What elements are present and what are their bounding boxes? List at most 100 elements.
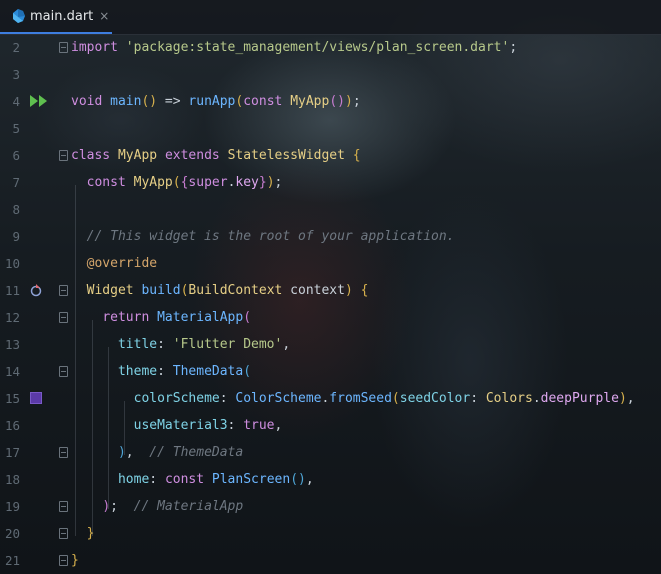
code-text: title: 'Flutter Demo', [71,331,290,358]
code-token: : [219,391,236,406]
code-line[interactable]: 14 theme: ThemeData( [0,358,661,385]
code-token: true [243,418,275,433]
close-icon[interactable]: × [99,9,109,23]
code-text: const MyApp({super.key}); [71,169,283,196]
fold-icon[interactable] [59,447,68,458]
code-token: BuildContext [188,283,283,298]
code-line[interactable]: 10 @override [0,250,661,277]
code-line[interactable]: 20 } [0,520,661,547]
code-line[interactable]: 12 return MaterialApp( [0,304,661,331]
code-token: } [86,526,95,541]
code-token: => [157,94,189,109]
fold-icon[interactable] [59,312,68,323]
line-number: 10 [4,256,20,271]
fold-icon[interactable] [59,150,68,161]
line-number: 15 [4,391,20,406]
code-token: ( [391,391,400,406]
fold-icon[interactable] [59,501,68,512]
code-token: MaterialApp [157,310,244,325]
code-token: ) [344,94,353,109]
code-token: deepPurple [540,391,619,406]
code-line[interactable]: 16 useMaterial3: true, [0,412,661,439]
code-token: home [117,472,150,487]
code-token: ) [618,391,627,406]
code-token: StatelessWidget [227,148,345,163]
code-line[interactable]: 6 class MyApp extends StatelessWidget { [0,142,661,169]
code-token: super [188,175,228,190]
code-token: key [235,175,259,190]
code-text: theme: ThemeData( [71,358,251,385]
code-token: () [329,94,345,109]
code-line[interactable]: 18 home: const PlanScreen(), [0,466,661,493]
line-number: 14 [4,364,20,379]
code-text: colorScheme: ColorScheme. fromSeed(seedCo… [71,385,635,412]
code-line[interactable]: 3 [0,61,661,88]
line-number: 5 [12,121,20,136]
code-line[interactable]: 19 ); // MaterialApp [0,493,661,520]
code-text: useMaterial3: true, [71,412,283,439]
indent-guide [92,320,93,536]
code-token: , [274,418,283,433]
fold-icon[interactable] [59,555,68,566]
fold-icon[interactable] [59,366,68,377]
code-token: ( [243,364,252,379]
line-number: 2 [12,40,20,55]
code-token: ) [344,283,353,298]
code-token: ; [274,175,283,190]
code-text: Widget build(BuildContext context) { [71,277,369,304]
code-token: { [352,148,361,163]
ide-window: main.dart × 2 import 'package:state_manag… [0,0,661,574]
indent-guide [75,185,76,536]
editor-tab-bar: main.dart × [0,0,661,35]
code-token: fromSeed [329,391,392,406]
code-token: class [71,148,111,163]
code-text: // This widget is the root of your appli… [71,223,455,250]
code-text: class MyApp extends StatelessWidget { [71,142,361,169]
code-token: : [157,364,173,379]
code-line[interactable]: 8 [0,196,661,223]
code-editor[interactable]: 2 import 'package:state_management/views/… [0,34,661,574]
code-line[interactable]: 15 colorScheme: ColorScheme. fromSeed(see… [0,385,661,412]
tab-main-dart[interactable]: main.dart × [0,0,112,34]
code-line[interactable]: 13 title: 'Flutter Demo', [0,331,661,358]
code-line[interactable]: 5 [0,115,661,142]
code-token: Colors [485,391,533,406]
code-token: ColorScheme [235,391,322,406]
code-text: ), // ThemeData [71,439,243,466]
fold-icon[interactable] [59,528,68,539]
color-swatch-icon[interactable] [30,392,42,404]
code-line[interactable]: 17 ), // ThemeData [0,439,661,466]
line-number: 12 [4,310,20,325]
code-line[interactable]: 4 void main() => runApp(const MyApp()); [0,88,661,115]
tab-filename: main.dart [30,8,94,24]
code-token: PlanScreen [211,472,291,487]
code-line[interactable]: 11 Widget build(BuildContext context) { [0,277,661,304]
fold-icon[interactable] [59,42,68,53]
code-token: , [282,337,291,352]
code-line[interactable]: 9 // This widget is the root of your app… [0,223,661,250]
run-icon[interactable] [30,95,48,107]
code-line[interactable]: 2 import 'package:state_management/views/… [0,34,661,61]
code-token: ; [352,94,361,109]
code-line[interactable]: 21} [0,547,661,574]
code-token: } [71,553,79,568]
override-icon[interactable] [30,284,42,297]
line-number: 4 [12,94,20,109]
indent-guide [124,401,125,455]
code-text: } [71,547,79,574]
code-text: return MaterialApp( [71,304,251,331]
fold-icon[interactable] [59,285,68,296]
code-token: , [626,391,635,406]
line-number: 20 [4,526,20,541]
code-line[interactable]: 7 const MyApp({super.key}); [0,169,661,196]
code-token: extends [164,148,220,163]
line-number: 11 [4,283,20,298]
